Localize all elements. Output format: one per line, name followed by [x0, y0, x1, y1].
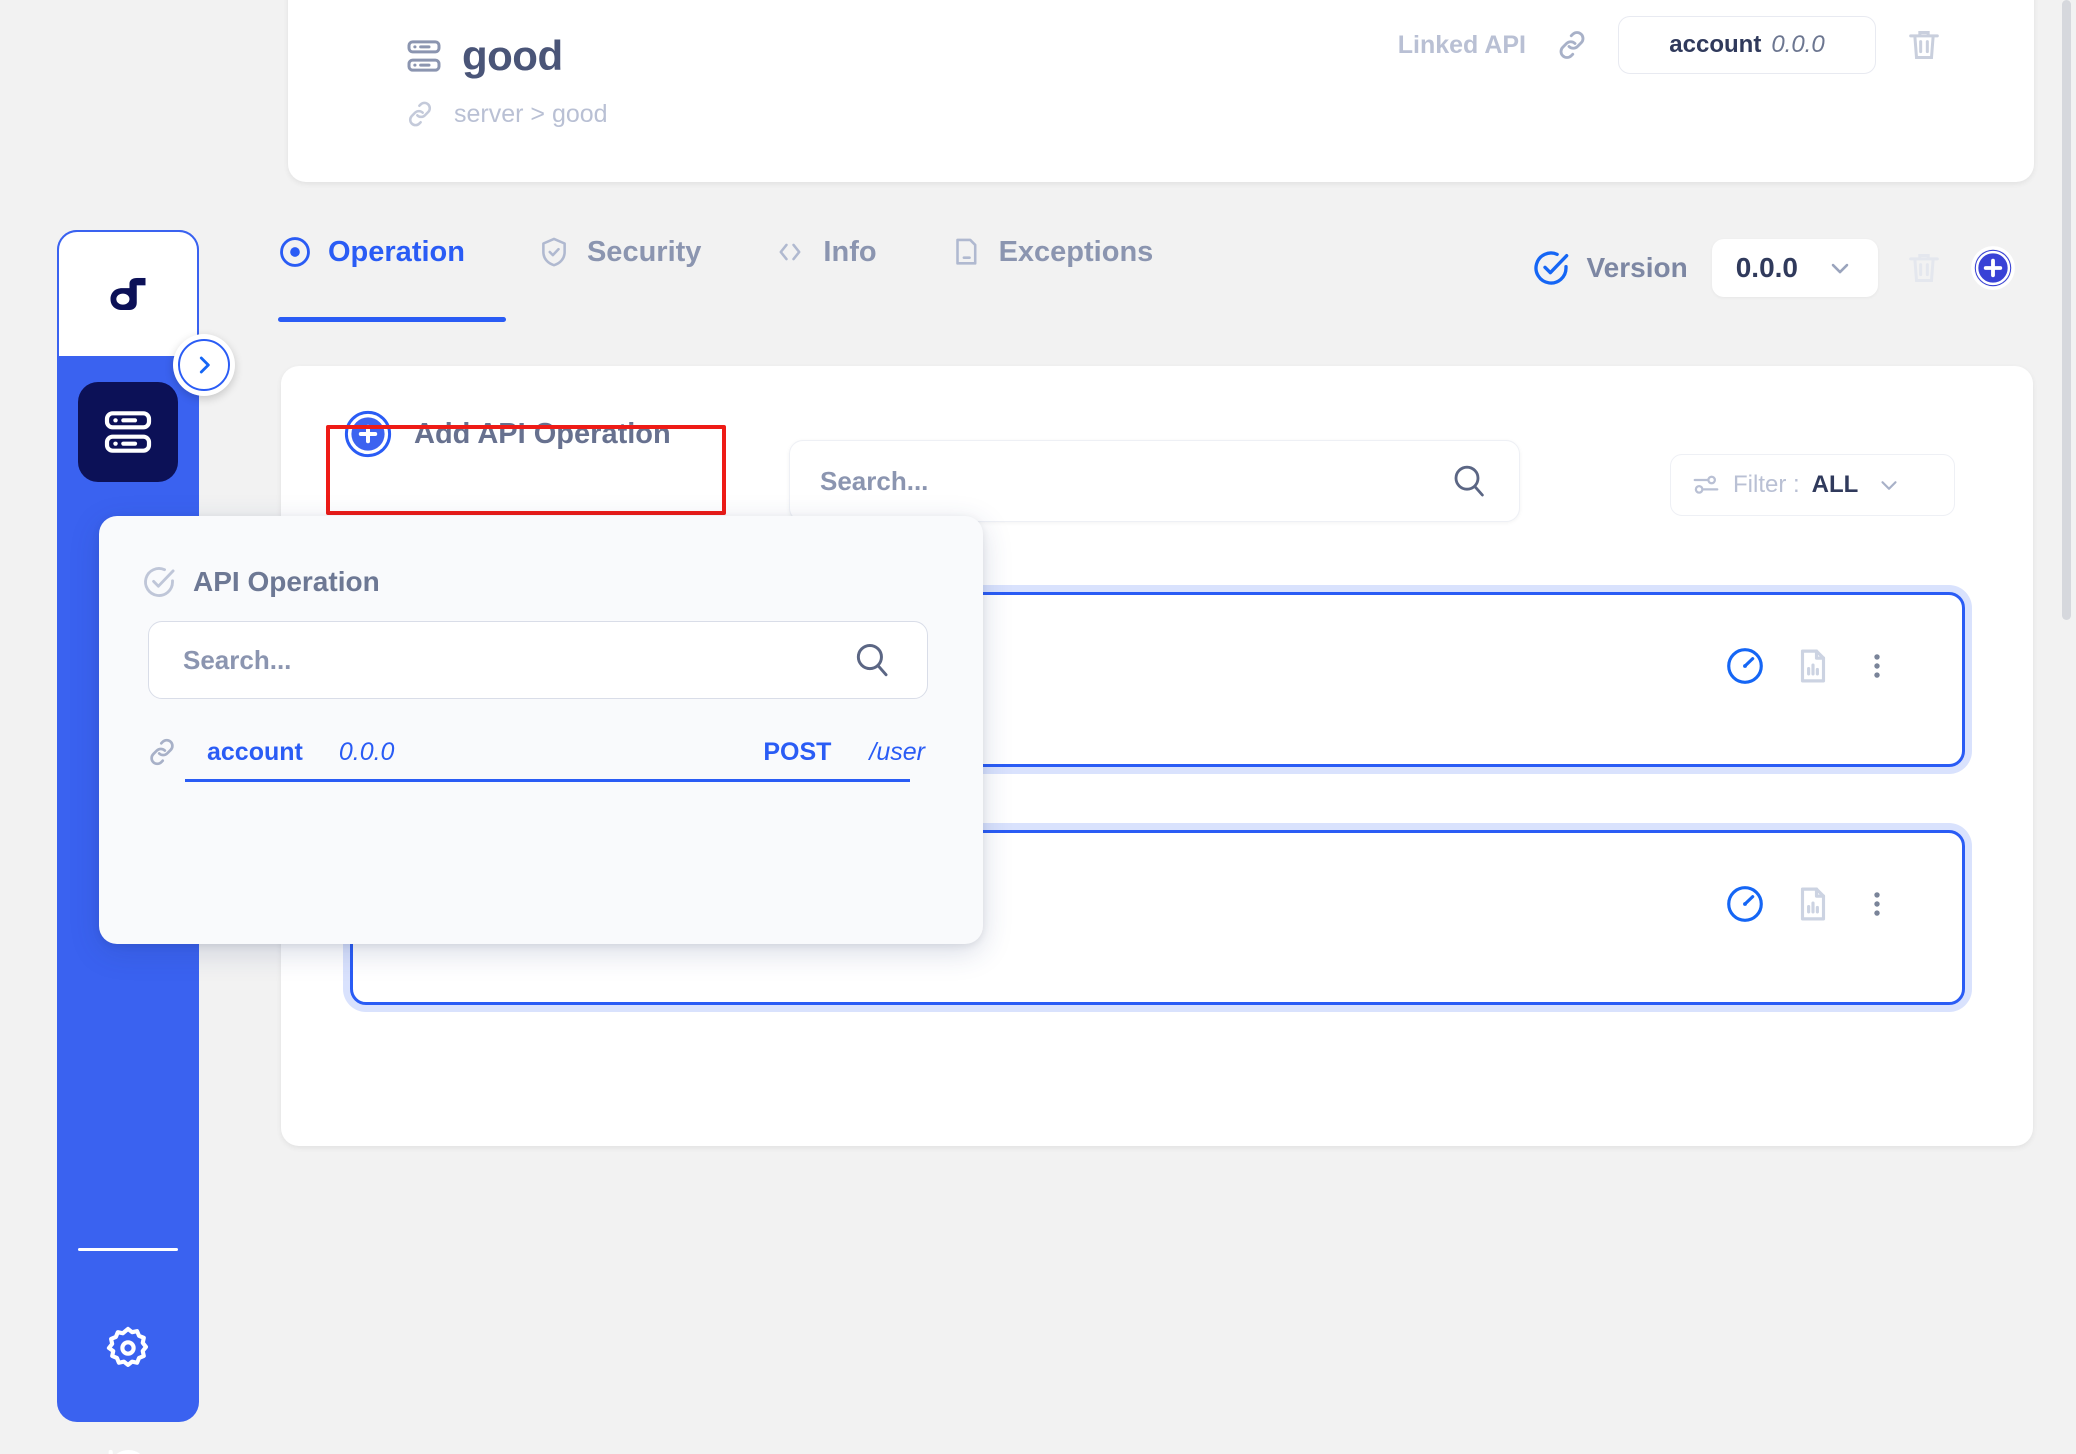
- chevron-right-icon: [178, 339, 230, 391]
- link-icon: [145, 735, 179, 769]
- popup-search-input[interactable]: Search...: [148, 621, 928, 699]
- page-title: good: [462, 32, 563, 79]
- server-title-row: good: [404, 32, 563, 80]
- sidebar-item-settings[interactable]: [98, 1318, 158, 1378]
- popup-result-row[interactable]: account 0.0.0 POST /user: [145, 735, 925, 769]
- more-vertical-icon[interactable]: [1860, 649, 1894, 683]
- search-placeholder: Search...: [820, 465, 929, 496]
- tab-label: Exceptions: [998, 235, 1154, 268]
- tab-label: Security: [586, 235, 702, 268]
- report-doc-icon[interactable]: [1792, 645, 1834, 687]
- operation-card-actions: [1724, 645, 1894, 687]
- tabs-row: Operation Security Info Exceptions Versi…: [278, 235, 2034, 345]
- trash-icon[interactable]: [1904, 25, 1944, 65]
- version-select[interactable]: 0.0.0: [1711, 239, 1878, 297]
- popup-result-name: account: [207, 737, 303, 766]
- code-brackets-icon: [773, 235, 807, 269]
- trash-icon[interactable]: [1904, 248, 1944, 288]
- gear-icon: [102, 1322, 154, 1374]
- history-icon: [102, 1442, 154, 1454]
- linked-api-name: account: [1669, 31, 1762, 58]
- popup-search-placeholder: Search...: [183, 644, 292, 675]
- radio-dot-icon: [278, 235, 312, 269]
- app-root: good server > good Linked API account 0.…: [0, 0, 2076, 1454]
- operations-search-input[interactable]: Search...: [789, 440, 1520, 522]
- popup-result-path: /user: [869, 737, 925, 766]
- filter-select[interactable]: Filter : ALL: [1670, 454, 1955, 516]
- tab-security[interactable]: Security: [537, 235, 701, 275]
- active-tab-underline: [278, 317, 506, 322]
- popup-result-method: POST: [763, 737, 832, 766]
- tab-label: Operation: [328, 235, 465, 268]
- operation-card-actions: [1724, 883, 1894, 925]
- gauge-icon[interactable]: [1724, 883, 1766, 925]
- plus-circle-icon: [344, 410, 392, 458]
- server-header-card: good server > good Linked API account 0.…: [288, 0, 2034, 182]
- server-icon: [404, 36, 444, 76]
- chevron-down-icon: [1876, 472, 1902, 498]
- popup-result-version: 0.0.0: [338, 737, 395, 766]
- sidebar-toggle-button[interactable]: [173, 334, 235, 396]
- check-circle-icon: [1531, 248, 1571, 288]
- sidebar-divider: [78, 1248, 178, 1251]
- app-logo-icon: [93, 259, 163, 329]
- sidebar-item-history[interactable]: [98, 1438, 158, 1454]
- version-value: 0.0.0: [1735, 252, 1798, 283]
- linked-api-label: Linked API: [1397, 30, 1526, 59]
- link-icon: [1554, 27, 1590, 63]
- breadcrumb-text: server > good: [454, 99, 608, 128]
- breadcrumb: server > good: [404, 98, 608, 130]
- search-icon[interactable]: [851, 639, 893, 681]
- popup-result-underline: [185, 779, 910, 782]
- check-circle-icon: [141, 564, 177, 600]
- tab-list: Operation Security Info Exceptions: [278, 235, 1153, 275]
- popup-header: API Operation: [141, 564, 380, 600]
- popup-title: API Operation: [193, 566, 380, 597]
- tab-label: Info: [823, 235, 877, 268]
- app-logo[interactable]: [57, 230, 199, 358]
- shield-check-icon: [537, 235, 571, 269]
- report-doc-icon[interactable]: [1792, 883, 1834, 925]
- server-icon: [100, 404, 156, 460]
- linked-api-group: Linked API account 0.0.0: [1398, 16, 1944, 74]
- plus-circle-icon[interactable]: [1970, 245, 2016, 291]
- version-group: Version 0.0.0: [1531, 239, 2016, 297]
- version-label: Version: [1586, 252, 1688, 283]
- link-icon: [404, 98, 436, 130]
- tab-exceptions[interactable]: Exceptions: [949, 235, 1154, 275]
- tab-operation[interactable]: Operation: [278, 235, 465, 275]
- more-vertical-icon[interactable]: [1860, 887, 1894, 921]
- chevron-down-icon: [1826, 254, 1854, 282]
- tab-info[interactable]: Info: [773, 235, 877, 275]
- api-operation-popup: API Operation Search...: [99, 516, 983, 944]
- gauge-icon[interactable]: [1724, 645, 1766, 687]
- filter-value: ALL: [1811, 471, 1859, 498]
- exception-doc-icon: [949, 235, 983, 269]
- sliders-icon: [1691, 470, 1721, 500]
- search-icon[interactable]: [1449, 461, 1489, 501]
- sidebar-item-servers[interactable]: [78, 382, 178, 482]
- page-scrollbar[interactable]: [2060, 0, 2074, 1454]
- linked-api-version: 0.0.0: [1771, 31, 1825, 58]
- add-api-operation-label: Add API Operation: [414, 417, 671, 450]
- scrollbar-thumb[interactable]: [2062, 0, 2071, 620]
- filter-label: Filter :: [1733, 471, 1800, 498]
- add-api-operation-button[interactable]: Add API Operation: [326, 394, 689, 474]
- linked-api-pill[interactable]: account 0.0.0: [1618, 16, 1876, 74]
